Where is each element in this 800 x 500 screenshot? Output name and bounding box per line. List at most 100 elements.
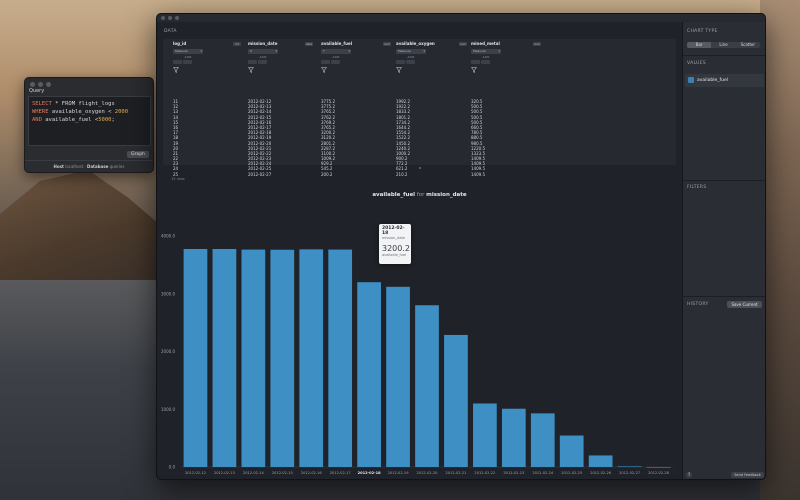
column-type-badge: num	[533, 42, 541, 46]
side-panel: CHART TYPE Bar Line Scatter VALUES avail…	[682, 22, 765, 479]
x-tick-label: 2012-02-18	[358, 471, 381, 475]
column-role-select[interactable]: Measure	[471, 49, 501, 54]
window-controls	[30, 82, 51, 87]
table-cell: 200.2	[321, 171, 333, 177]
x-tick-label: 2012-02-14	[243, 471, 265, 475]
column-type-badge: num	[383, 42, 391, 46]
minimize-window-button[interactable]	[38, 82, 43, 87]
close-window-button[interactable]	[30, 82, 35, 87]
tooltip-date-label: mission_date	[382, 236, 406, 240]
bar-chart: 0.0 1000.0 2000.0 3000.0 4000.0 2012-02-12 201…	[161, 234, 673, 475]
desktop-cliff-left	[0, 170, 160, 280]
chart-title: available_fuel for mission_date	[372, 192, 467, 198]
bar-2012-02-23[interactable]	[501, 408, 526, 467]
column-role-select[interactable]: Measure	[173, 49, 203, 54]
column-axis-toggle[interactable]	[248, 60, 278, 64]
x-tick-label: 2012-02-25	[561, 471, 582, 475]
chart-type-bar[interactable]: Bar	[687, 42, 712, 48]
bar-2012-02-22[interactable]	[473, 403, 497, 467]
bar-2012-02-18[interactable]	[357, 282, 381, 467]
bar-2012-02-24[interactable]	[530, 413, 555, 467]
x-tick-label: 2012-02-13	[214, 471, 235, 475]
column-axis-toggle[interactable]	[173, 60, 203, 64]
values-label: VALUES	[687, 61, 706, 66]
column-header[interactable]: mission_date	[248, 41, 278, 47]
main-window: DATA log_idMeasureAXISintmission_dateXAX…	[156, 13, 766, 480]
y-tick-label: 3000.0	[161, 291, 175, 296]
main-content: DATA log_idMeasureAXISintmission_dateXAX…	[157, 22, 682, 479]
bar-2012-02-28[interactable]	[646, 467, 671, 468]
sql-editor[interactable]: SELECT * FROM flight_logs WHERE availabl…	[28, 96, 151, 146]
filter-icon[interactable]	[321, 67, 327, 73]
bar-2012-02-21[interactable]	[444, 334, 468, 467]
column-header[interactable]: log_id	[173, 41, 203, 47]
x-tick-label: 2012-02-21	[445, 471, 466, 475]
column-axis-toggle[interactable]	[471, 60, 501, 64]
bar-2012-02-25[interactable]	[559, 435, 584, 467]
minimize-window-button[interactable]	[168, 16, 172, 20]
y-tick-label: 0.0	[169, 465, 176, 470]
column-header[interactable]: available_oxygen	[396, 41, 435, 47]
chart-type-scatter[interactable]: Scatter	[736, 42, 760, 48]
splitter-handle[interactable]	[419, 167, 421, 169]
filters-label: FILTERS	[687, 185, 707, 190]
send-feedback-button[interactable]: Send Feedback	[731, 472, 764, 478]
history-label: HISTORY	[687, 302, 709, 307]
chart-type-selector: Bar Line Scatter	[687, 42, 760, 48]
column-3: available_oxygen MeasureAXIS	[396, 41, 435, 73]
bar-2012-02-16[interactable]	[299, 249, 324, 467]
filter-icon[interactable]	[396, 67, 402, 73]
column-1: mission_date XAXIS	[248, 41, 278, 73]
chart-type-line[interactable]: Line	[711, 42, 735, 48]
x-tick-label: 2012-02-28	[648, 471, 670, 475]
x-tick-label: 2012-02-23	[503, 471, 524, 475]
window-controls	[161, 16, 179, 20]
sql-line: SELECT * FROM flight_logs	[32, 101, 115, 107]
bar-2012-02-20[interactable]	[415, 305, 439, 467]
zoom-window-button[interactable]	[175, 16, 179, 20]
save-current-button[interactable]: Save Current	[727, 301, 762, 308]
column-type-badge: date	[305, 42, 313, 46]
close-window-button[interactable]	[161, 16, 165, 20]
divider	[683, 55, 765, 56]
bar-2012-02-13[interactable]	[212, 248, 237, 467]
table-row[interactable]: 25 2012-02-27 200.2 210.2 1409.5	[163, 172, 676, 177]
series-color-swatch	[688, 77, 694, 83]
row-count: 15 rows	[171, 177, 185, 181]
column-axis-toggle[interactable]	[321, 60, 352, 64]
desktop-cliff-right	[760, 0, 800, 500]
column-4: mined_metal MeasureAXIS	[471, 41, 501, 73]
bar-2012-02-15[interactable]	[270, 249, 295, 467]
graph-button[interactable]: Graph	[127, 151, 149, 158]
sql-line: AND available_fuel <5000;	[32, 117, 115, 123]
filter-icon[interactable]	[173, 67, 179, 73]
bar-2012-02-26[interactable]	[588, 455, 613, 467]
column-header[interactable]: available_fuel	[321, 41, 352, 47]
column-axis-toggle[interactable]	[396, 60, 435, 64]
divider	[683, 180, 765, 181]
bar-2012-02-27[interactable]	[617, 466, 642, 468]
tooltip-value: 3200.2	[382, 244, 410, 253]
column-role-select[interactable]: X	[248, 49, 278, 54]
bar-2012-02-17[interactable]	[328, 249, 353, 467]
bar-2012-02-19[interactable]	[386, 286, 410, 467]
column-type-badge: int	[233, 42, 241, 46]
column-2: available_fuel YAXIS	[321, 41, 352, 73]
y-tick-label: 4000.0	[161, 234, 175, 239]
x-tick-label: 2012-02-27	[619, 471, 640, 475]
filter-icon[interactable]	[248, 67, 254, 73]
bar-2012-02-12[interactable]	[183, 248, 208, 467]
table-cell: 1409.5	[471, 171, 485, 177]
value-item[interactable]: available_fuel	[685, 74, 764, 87]
column-role-select[interactable]: Y	[321, 49, 351, 54]
bar-2012-02-14[interactable]	[241, 249, 266, 467]
filter-icon[interactable]	[471, 67, 477, 73]
column-role-select[interactable]: Measure	[396, 49, 426, 54]
divider	[683, 296, 765, 297]
table-cell: 2012-02-27	[248, 171, 272, 177]
column-header[interactable]: mined_metal	[471, 41, 501, 47]
zoom-window-button[interactable]	[46, 82, 51, 87]
help-button[interactable]: ?	[686, 472, 692, 478]
x-tick-label: 2012-02-16	[301, 471, 323, 475]
sql-line: WHERE available_oxygen < 2000	[32, 109, 129, 115]
